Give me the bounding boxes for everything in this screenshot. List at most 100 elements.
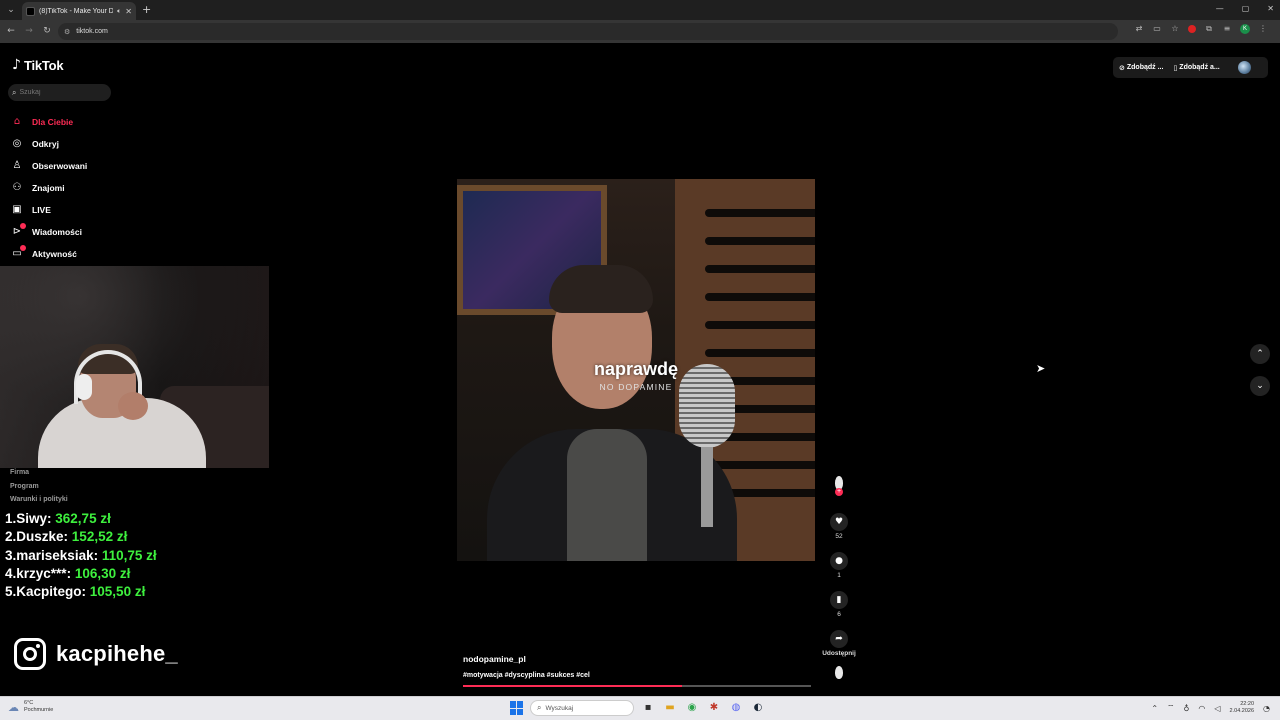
video-progress-bar[interactable] (463, 685, 811, 687)
cast-icon[interactable]: ▭ (1152, 24, 1162, 34)
bookmark-icon: ▮ (836, 595, 842, 605)
comment-button[interactable]: ● (830, 552, 848, 570)
tab-search-icon[interactable]: ⌄ (4, 3, 18, 17)
chrome-icon[interactable]: ◉ (684, 700, 700, 716)
music-disc[interactable] (832, 666, 846, 680)
creator-avatar[interactable]: + (832, 476, 846, 496)
phone-icon: ▯ (1173, 63, 1178, 72)
network-icon[interactable]: ⌔ (1167, 703, 1175, 713)
sidebar-item-label: Wiadomości (32, 227, 82, 237)
tab-title: (8)TikTok - Make Your Day (39, 7, 114, 15)
back-arrow-icon[interactable]: ← (4, 24, 18, 38)
webcam-overlay (0, 266, 269, 468)
close-window-button[interactable]: ✕ (1267, 2, 1274, 16)
site-info-icon[interactable]: ⚙ (64, 28, 70, 36)
maximize-button[interactable]: ▢ (1242, 2, 1250, 16)
clock[interactable]: 22:20 2.04.2026 (1230, 701, 1254, 715)
browser-tab[interactable]: (8)TikTok - Make Your Day 🔈︎ ✕ (22, 2, 136, 20)
footer-link-program[interactable]: Program (10, 480, 68, 494)
get-coins-button[interactable]: ⊘ Zdobądź ... (1119, 64, 1163, 72)
weather-temp: 6°C (24, 700, 34, 706)
friends-icon: ⚇ (12, 182, 22, 193)
music-disc-icon (835, 666, 843, 679)
file-explorer-icon[interactable]: ▬ (662, 700, 678, 716)
hashtags[interactable]: #motywacja #dyscyplina #sukces #cel (463, 672, 590, 679)
taskbar-search[interactable]: ⌕ Wyszukaj (530, 700, 634, 716)
steam-icon[interactable]: ◐ (750, 700, 766, 716)
forward-arrow-icon[interactable]: → (22, 24, 36, 38)
extension-icon[interactable] (1188, 25, 1196, 33)
microphone-tray-icon[interactable]: ♁ (1184, 704, 1190, 713)
share-arrow-icon: ➦ (835, 634, 843, 644)
share-button[interactable]: ➦ (830, 630, 848, 648)
video-action-rail: + ♥ 52 ● 1 ▮ 6 ➦ Udostępnij (822, 476, 856, 680)
sidebar-item-for-you[interactable]: ⌂ Dla Ciebie (10, 111, 87, 133)
notification-bell-icon[interactable]: ◔ (1263, 704, 1270, 713)
get-app-button[interactable]: ▯ Zdobądź a... (1173, 64, 1219, 72)
toolbar-icons: ⇄ ▭ ☆ ⧉ ≡ K ⋮ (1134, 24, 1268, 34)
tiktok-logo[interactable]: ♪ TikTok (12, 57, 64, 73)
bookmark-star-icon[interactable]: ☆ (1170, 24, 1180, 34)
windows-start-icon[interactable] (510, 701, 524, 715)
menu-dots-icon[interactable]: ⋮ (1258, 24, 1268, 34)
sidebar-item-explore[interactable]: ◎ Odkryj (10, 133, 87, 155)
header-actions: ⊘ Zdobądź ... ▯ Zdobądź a... (1113, 57, 1268, 78)
leaderboard-name: Kacpitego (16, 584, 82, 600)
follow-plus-icon[interactable]: + (835, 488, 843, 496)
video-player[interactable]: naprawdę NO DOPAMINE (457, 179, 815, 561)
minimize-button[interactable]: — (1216, 2, 1224, 16)
search-icon: ⌕ (537, 703, 542, 712)
speaker-icon[interactable]: 🔈︎ (117, 7, 121, 16)
previous-video-button[interactable]: ⌃ (1250, 344, 1270, 364)
leaderboard-rank: 2. (5, 529, 17, 545)
leaderboard-row: 3.mariseksiak: 110,75 zł (5, 547, 157, 563)
close-tab-icon[interactable]: ✕ (125, 7, 132, 16)
omnibox[interactable]: ⚙ tiktok.com (58, 23, 1118, 40)
task-view-icon[interactable]: ▪ (640, 700, 656, 716)
next-video-button[interactable]: ⌄ (1250, 376, 1270, 396)
media-icon[interactable]: ≡ (1222, 24, 1232, 34)
sidebar-item-following[interactable]: ♙ Obserwowani (10, 155, 88, 177)
save-button[interactable]: ▮ (830, 591, 848, 609)
footer-link-terms[interactable]: Warunki i polityki (10, 493, 68, 507)
reload-icon[interactable]: ↻ (40, 24, 54, 38)
wifi-icon[interactable]: ◠ (1198, 704, 1205, 713)
volume-icon[interactable]: ◁ (1214, 704, 1220, 713)
leaderboard-name: mariseksiak (16, 547, 94, 563)
like-count: 52 (835, 533, 843, 540)
sidebar-item-label: Dla Ciebie (32, 117, 74, 127)
microphone-stand (701, 447, 713, 527)
search-box[interactable]: ⌕ (8, 84, 111, 101)
search-input[interactable] (19, 89, 104, 96)
leaderboard-rank: 1. (5, 511, 17, 526)
sidebar-item-friends[interactable]: ⚇ Znajomi (10, 177, 87, 199)
translate-icon[interactable]: ⇄ (1134, 24, 1144, 34)
sidebar-item-activity[interactable]: ▭ Aktywność (10, 243, 87, 265)
new-tab-icon[interactable]: + (142, 3, 151, 16)
creator-username[interactable]: nodopamine_pl (463, 654, 590, 664)
sidebar-item-messages[interactable]: ⊳ Wiadomości (10, 221, 87, 243)
taskbar-search-placeholder: Wyszukaj (545, 704, 574, 712)
extensions-puzzle-icon[interactable]: ⧉ (1204, 24, 1214, 34)
system-tray: ⌃ ⌔ ♁ ◠ ◁ 22:20 2.04.2026 ◔ (1151, 701, 1270, 715)
leaderboard-rank: 3. (5, 547, 17, 563)
weather-widget[interactable]: ☁ 6°C Pochmurnie (8, 700, 53, 714)
chevron-up-icon[interactable]: ⌃ (1151, 704, 1158, 713)
sidebar-item-live[interactable]: ▣ LIVE (10, 199, 87, 221)
window-controls: — ▢ ✕ (1216, 2, 1274, 16)
like-button[interactable]: ♥ (830, 513, 848, 531)
chevron-down-icon: ⌄ (1256, 381, 1264, 391)
profile-avatar-icon[interactable]: K (1240, 24, 1250, 34)
url-text[interactable]: tiktok.com (76, 28, 108, 35)
sidebar-footer: Firma Program Warunki i polityki (10, 466, 68, 507)
leaderboard-name: Duszke (16, 529, 64, 545)
clock-date: 2.04.2026 (1229, 708, 1255, 714)
cloud-icon: ☁ (8, 700, 19, 714)
discord-icon[interactable]: ◍ (728, 700, 744, 716)
footer-link-company[interactable]: Firma (10, 466, 68, 480)
user-avatar[interactable] (1237, 61, 1251, 74)
get-coins-label: Zdobądź ... (1126, 64, 1164, 71)
activity-icon: ▭ (10, 245, 26, 261)
app-icon[interactable]: ✱ (706, 700, 722, 716)
chevron-up-icon: ⌃ (1256, 349, 1264, 359)
